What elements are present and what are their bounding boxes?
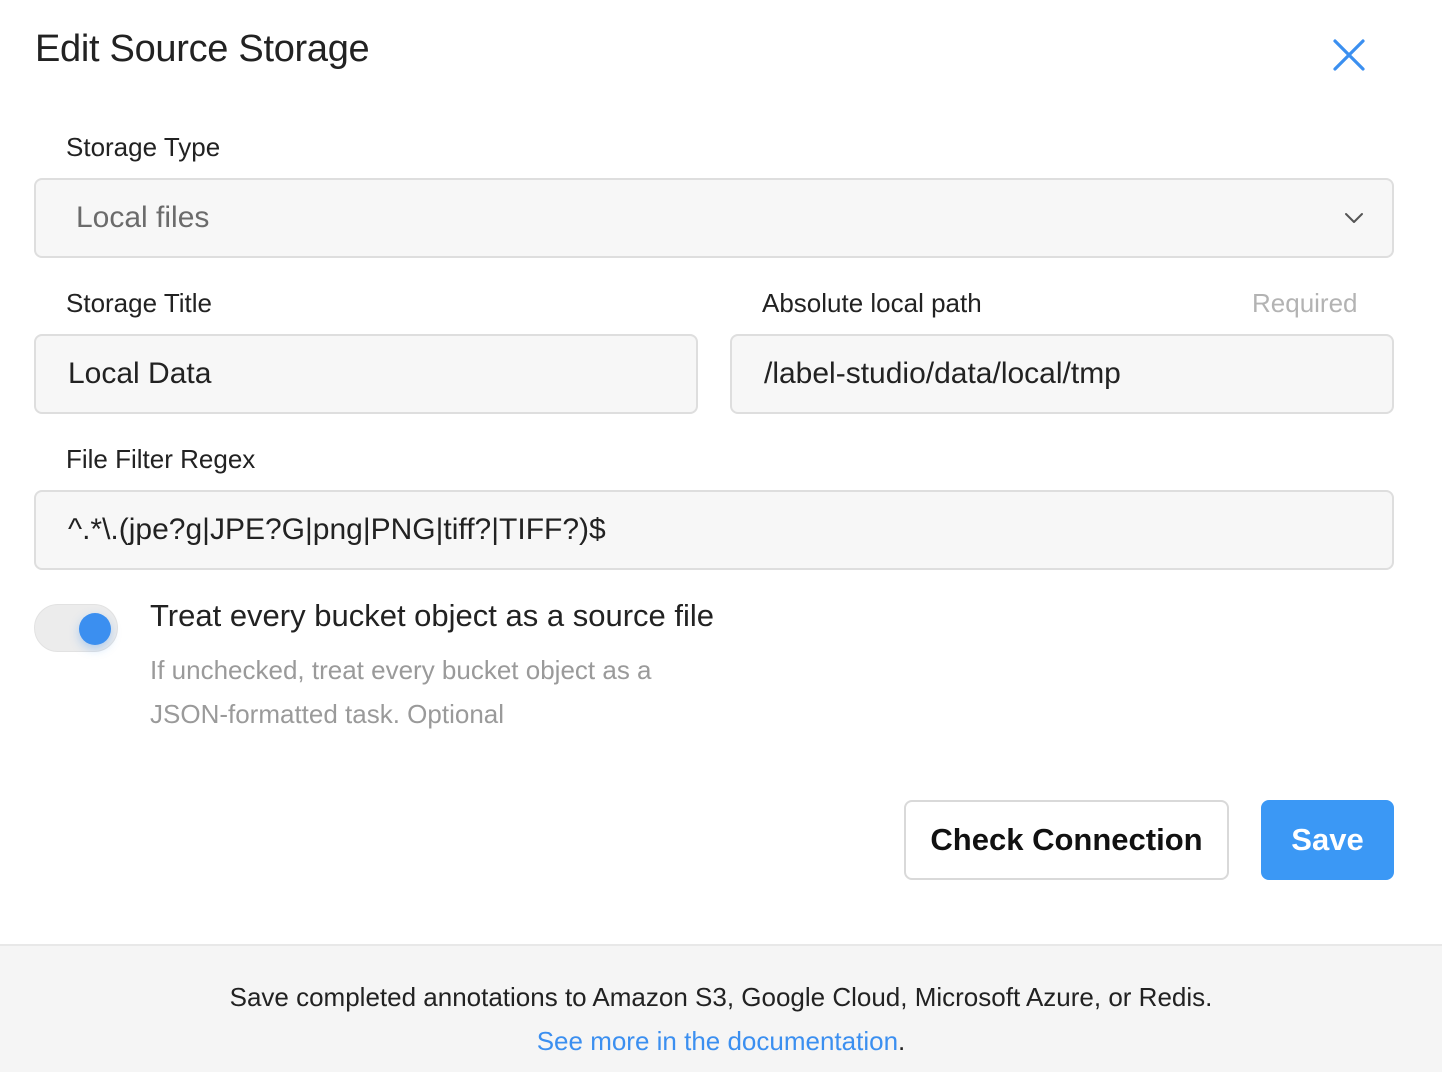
toggle-description-line-2: JSON-formatted task. Optional (150, 699, 505, 729)
edit-source-storage-dialog: Edit Source Storage Storage Type Local f… (0, 0, 1442, 1072)
source-file-toggle[interactable] (34, 604, 118, 652)
chevron-down-icon (1342, 206, 1366, 230)
toggle-description: If unchecked, treat every bucket object … (150, 648, 750, 736)
toggle-knob (79, 613, 111, 645)
storage-type-value: Local files (76, 201, 210, 234)
local-path-value: /label-studio/data/local/tmp (764, 357, 1121, 390)
storage-type-label: Storage Type (66, 132, 221, 162)
storage-title-input[interactable]: Local Data (34, 334, 698, 414)
toggle-title: Treat every bucket object as a source fi… (150, 598, 715, 633)
regex-value: ^.*\.(jpe?g|JPE?G|png|PNG|tiff?|TIFF?)$ (68, 513, 606, 546)
local-path-input[interactable]: /label-studio/data/local/tmp (730, 334, 1394, 414)
footer-text: Save completed annotations to Amazon S3,… (229, 982, 1213, 1012)
storage-type-select[interactable]: Local files (34, 178, 1394, 258)
required-hint: Required (1252, 288, 1358, 318)
close-button[interactable] (1326, 32, 1372, 78)
check-connection-button[interactable]: Check Connection (904, 800, 1229, 880)
close-icon (1333, 39, 1365, 71)
footer-link-line: See more in the documentation. (0, 1026, 1442, 1057)
save-button[interactable]: Save (1261, 800, 1394, 880)
dialog-footer: Save completed annotations to Amazon S3,… (0, 944, 1442, 1072)
dialog-title: Edit Source Storage (35, 28, 370, 70)
regex-input[interactable]: ^.*\.(jpe?g|JPE?G|png|PNG|tiff?|TIFF?)$ (34, 490, 1394, 570)
storage-title-value: Local Data (68, 357, 212, 390)
storage-title-label: Storage Title (66, 288, 212, 318)
regex-label: File Filter Regex (66, 444, 256, 474)
footer-link-suffix: . (898, 1026, 906, 1056)
local-path-label: Absolute local path (762, 288, 982, 318)
documentation-link[interactable]: See more in the documentation (537, 1026, 898, 1056)
toggle-description-line-1: If unchecked, treat every bucket object … (150, 655, 652, 685)
